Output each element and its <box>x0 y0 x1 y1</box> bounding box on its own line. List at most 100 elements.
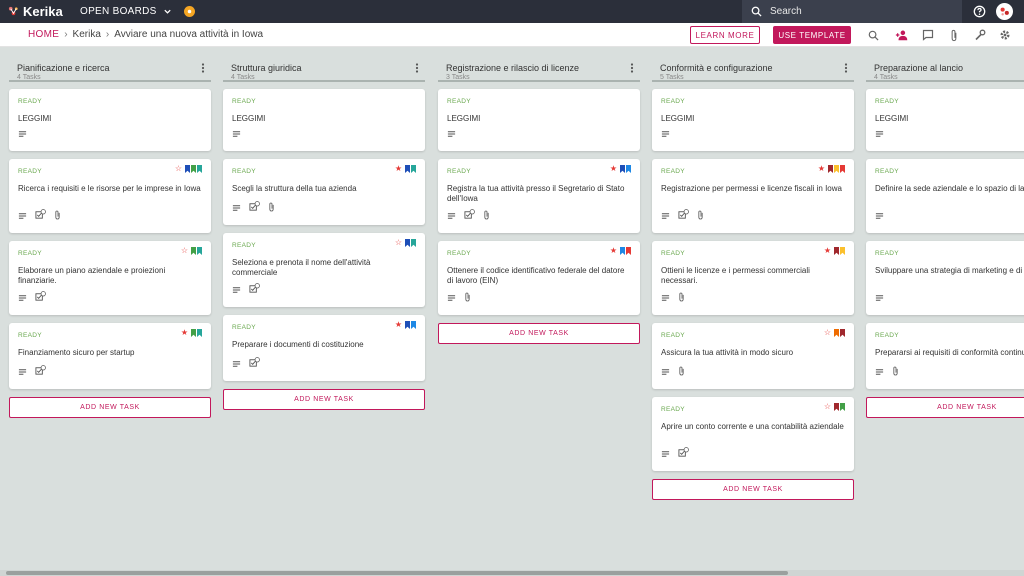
star-filled-icon[interactable]: ★ <box>610 247 617 255</box>
task-card[interactable]: ☆ READY Ricerca i requisiti e le risorse p… <box>9 159 211 233</box>
star-filled-icon[interactable]: ★ <box>181 329 188 337</box>
task-card[interactable]: READY LEGGIMI <box>652 89 854 151</box>
kerika-logo[interactable]: Kerika <box>8 4 70 19</box>
card-tags: ☆ <box>181 247 202 255</box>
task-card[interactable]: READY LEGGIMI <box>866 89 1024 151</box>
add-new-task-button[interactable]: ADD NEW TASK <box>9 397 211 418</box>
task-card[interactable]: ☆ READY Elaborare un piano aziendale e pro… <box>9 241 211 315</box>
column-header[interactable]: Preparazione al lancio 4 Tasks <box>866 48 1024 82</box>
star-filled-icon[interactable]: ★ <box>395 321 402 329</box>
star-filled-icon[interactable]: ★ <box>824 247 831 255</box>
column-header[interactable]: Registrazione e rilascio di licenze 3 Tas… <box>438 48 640 82</box>
card-title: LEGGIMI <box>661 114 695 123</box>
star-filled-icon[interactable]: ★ <box>610 165 617 173</box>
checklist-icon <box>35 207 46 225</box>
checklist-icon <box>464 207 475 225</box>
card-status: READY <box>447 250 471 257</box>
card-indicators <box>875 207 884 225</box>
column-header[interactable]: Pianificazione e ricerca 4 Tasks <box>9 48 211 82</box>
horizontal-scrollbar[interactable] <box>0 570 1024 576</box>
task-card[interactable]: ★ READY Scegli la struttura della tua azie… <box>223 159 425 225</box>
task-card[interactable]: READY LEGGIMI <box>9 89 211 151</box>
search-box[interactable]: Search <box>742 0 962 23</box>
card-status: READY <box>447 98 471 105</box>
card-tags: ★ <box>181 329 202 337</box>
task-card[interactable]: READY Sviluppare una strategia di marketi… <box>866 241 1024 315</box>
bookmark-tag-icon <box>197 165 202 173</box>
bookmark-tag-icon <box>191 247 196 255</box>
task-card[interactable]: READY LEGGIMI <box>438 89 640 151</box>
checklist-icon <box>249 199 260 217</box>
card-title: Aprire un conto corrente e una contabili… <box>661 422 844 431</box>
card-status: READY <box>232 324 256 331</box>
star-outline-icon[interactable]: ☆ <box>175 165 182 173</box>
column-title: Conformità e configurazione <box>660 63 773 73</box>
card-indicators <box>447 207 490 225</box>
card-status: READY <box>18 332 42 339</box>
bookmark-tag-icon <box>626 165 631 173</box>
task-card[interactable]: ☆ READY Aprire un conto corrente e una con… <box>652 397 854 471</box>
task-card[interactable]: ☆ READY Assicura la tua attività in modo s… <box>652 323 854 389</box>
scrollbar-thumb[interactable] <box>6 571 788 575</box>
column-header[interactable]: Conformità e configurazione 5 Tasks <box>652 48 854 82</box>
user-avatar[interactable] <box>996 3 1013 20</box>
chat-icon[interactable] <box>921 28 935 42</box>
bookmark-tag-icon <box>834 247 839 255</box>
app-name: Kerika <box>23 4 63 19</box>
help-icon[interactable] <box>973 5 986 18</box>
add-new-task-button[interactable]: ADD NEW TASK <box>438 323 640 344</box>
star-outline-icon[interactable]: ☆ <box>824 329 831 337</box>
breadcrumb-workspace[interactable]: Kerika <box>73 29 101 40</box>
bookmark-tag-icon <box>834 165 839 173</box>
more-vertical-icon[interactable] <box>630 63 634 73</box>
task-card[interactable]: ★ READY Registra la tua attività presso il… <box>438 159 640 233</box>
breadcrumb-home[interactable]: HOME <box>28 29 59 40</box>
description-icon <box>18 363 27 381</box>
card-tags: ☆ <box>395 239 416 247</box>
card-tags: ☆ <box>175 165 202 173</box>
task-card[interactable]: ★ READY Ottenere il codice identificativo … <box>438 241 640 315</box>
task-card[interactable]: READY LEGGIMI <box>223 89 425 151</box>
gear-icon[interactable] <box>998 28 1012 42</box>
column-header[interactable]: Struttura giuridica 4 Tasks <box>223 48 425 82</box>
card-indicators <box>18 363 46 381</box>
more-vertical-icon[interactable] <box>415 63 419 73</box>
task-card[interactable]: ★ READY Registrazione per permessi e licen… <box>652 159 854 233</box>
card-indicators <box>447 289 471 307</box>
more-vertical-icon[interactable] <box>201 63 205 73</box>
description-icon <box>661 125 670 143</box>
bookmark-tag-icon <box>840 403 845 411</box>
checklist-icon <box>35 289 46 307</box>
card-title: Ottenere il codice identificativo federa… <box>447 266 625 285</box>
card-indicators <box>18 289 46 307</box>
use-template-button[interactable]: USE TEMPLATE <box>773 26 851 44</box>
add-new-task-button[interactable]: ADD NEW TASK <box>652 479 854 500</box>
star-outline-icon[interactable]: ☆ <box>181 247 188 255</box>
task-card[interactable]: READY Prepararsi ai requisiti di conformi… <box>866 323 1024 389</box>
task-card[interactable]: ★ READY Preparare i documenti di costituzi… <box>223 315 425 381</box>
task-card[interactable]: READY Definire la sede aziendale e lo spa… <box>866 159 1024 233</box>
attachment-icon[interactable] <box>947 28 961 42</box>
add-new-task-button[interactable]: ADD NEW TASK <box>223 389 425 410</box>
column-task-count: 4 Tasks <box>17 74 41 81</box>
card-indicators <box>875 363 899 381</box>
card-tags: ☆ <box>824 329 845 337</box>
task-card[interactable]: ★ READY Finanziamento sicuro per startup <box>9 323 211 389</box>
search-board-icon[interactable] <box>866 28 880 42</box>
task-card[interactable]: ☆ READY Seleziona e prenota il nome dell'a… <box>223 233 425 307</box>
attachment-icon <box>678 363 685 381</box>
star-filled-icon[interactable]: ★ <box>818 165 825 173</box>
open-boards-menu[interactable]: OPEN BOARDS <box>80 6 172 17</box>
learn-more-button[interactable]: LEARN MORE <box>690 26 760 44</box>
add-new-task-button[interactable]: ADD NEW TASK <box>866 397 1024 418</box>
star-outline-icon[interactable]: ☆ <box>395 239 402 247</box>
more-vertical-icon[interactable] <box>844 63 848 73</box>
add-person-icon[interactable] <box>895 28 909 42</box>
task-card[interactable]: ★ READY Ottieni le licenze e i permessi co… <box>652 241 854 315</box>
star-filled-icon[interactable]: ★ <box>395 165 402 173</box>
description-icon <box>232 199 241 217</box>
star-outline-icon[interactable]: ☆ <box>824 403 831 411</box>
tools-icon[interactable] <box>973 28 987 42</box>
card-title: Assicura la tua attività in modo sicuro <box>661 348 794 357</box>
organization-icon[interactable] <box>183 6 195 17</box>
